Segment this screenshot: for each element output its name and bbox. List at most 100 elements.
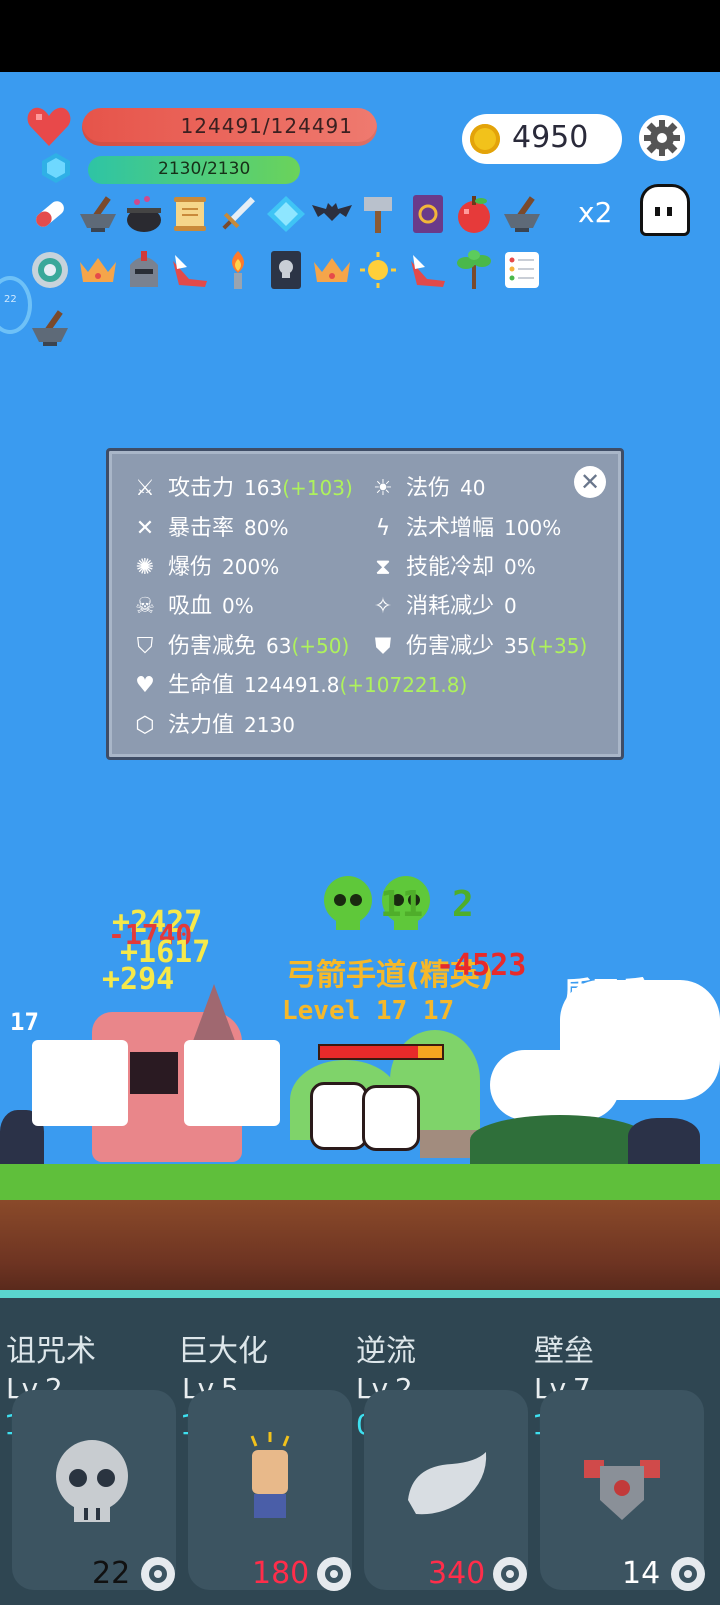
rock: [628, 1118, 700, 1164]
settings-gear-icon[interactable]: [638, 114, 686, 162]
stat-bonus: (+103): [282, 476, 353, 500]
heart-icon: [27, 107, 71, 146]
gear-icon: [317, 1557, 351, 1591]
sword-icon[interactable]: [216, 192, 260, 236]
status-bar: [0, 0, 720, 72]
stat-value: 124491.8: [244, 673, 340, 697]
stat-label: 伤害减免: [168, 634, 257, 659]
stat-bonus: (+107221.8): [339, 673, 468, 697]
enemy-archer: [362, 1085, 420, 1151]
stat-label: 生命值: [168, 673, 235, 698]
dark-bush: [470, 1115, 650, 1165]
enemy-hp-bar: [318, 1044, 444, 1060]
stat-value: 63: [266, 634, 292, 658]
wing-icon: [408, 1452, 487, 1515]
stat-bonus: (+50): [291, 634, 350, 658]
crossed-swords-icon: ✕: [135, 516, 155, 541]
stat-label: 攻击力: [168, 476, 235, 501]
scroll-icon[interactable]: [168, 192, 212, 236]
mortar-icon[interactable]: [76, 192, 120, 236]
pill-icon[interactable]: [28, 192, 72, 236]
skill-cost: 340: [428, 1556, 486, 1591]
hammer-icon[interactable]: [356, 192, 400, 236]
enemy-name-right: 盾卫兵: [564, 975, 649, 1008]
skill-name: 壁垒: [534, 1334, 594, 1369]
checklist-icon[interactable]: [500, 248, 544, 292]
winged-shoe-icon[interactable]: [168, 248, 212, 292]
skill-name: 逆流: [356, 1334, 416, 1369]
coin-icon: [470, 124, 500, 154]
torch-icon[interactable]: [216, 248, 260, 292]
hp-bar: 124491/124491: [82, 108, 377, 146]
enemy-hp-fill: [320, 1046, 418, 1058]
bat-icon[interactable]: [310, 192, 354, 236]
enemy-level-right: Lev: [562, 1008, 606, 1036]
sapling-icon[interactable]: [452, 248, 496, 292]
stat-value: 200%: [222, 555, 280, 579]
side-badge-value: 22: [4, 294, 17, 305]
damage-float: -4523: [436, 948, 527, 983]
hourglass-icon: ⧗: [375, 555, 391, 580]
mortar-icon[interactable]: [500, 192, 544, 236]
cloud: [490, 1050, 620, 1120]
heart-icon: ♥: [135, 673, 155, 698]
stat-value: 80%: [244, 516, 289, 540]
gear-icon: [141, 1557, 175, 1591]
hp-text: 124491/124491: [180, 114, 353, 138]
stat-damage-reduce: ⛊ 伤害减少 35(+35): [368, 628, 588, 660]
shield-icon: ⛉: [136, 634, 154, 659]
stat-label: 消耗减少: [406, 594, 495, 619]
crown-icon[interactable]: [76, 248, 120, 292]
magic-wand-icon: ✧: [373, 594, 393, 619]
stat-label: 吸血: [168, 594, 213, 619]
dirt-ground: [0, 1200, 720, 1290]
skull-icon: [56, 1440, 128, 1522]
spellbook-icon[interactable]: [406, 192, 450, 236]
ring-icon[interactable]: [28, 248, 72, 292]
stat-label: 技能冷却: [406, 555, 495, 580]
stat-crit-rate: ✕ 暴击率 80%: [130, 510, 289, 542]
stat-cooldown: ⧗ 技能冷却 0%: [368, 549, 535, 581]
ghost-icon[interactable]: [640, 184, 690, 236]
winged-shoe-icon[interactable]: [406, 248, 450, 292]
shield-heart-icon: ⛊: [374, 634, 392, 659]
helmet-icon[interactable]: [122, 248, 166, 292]
lightning-icon: ϟ: [375, 516, 391, 541]
sun-icon[interactable]: [356, 248, 400, 292]
skill-cost: 180: [252, 1556, 310, 1591]
demon-skull-icon: ☠: [135, 594, 155, 619]
stat-spell-amp: ϟ 法术增幅 100%: [368, 510, 561, 542]
grass-ground: [0, 1164, 720, 1200]
apple-icon[interactable]: [452, 192, 496, 236]
enemy-level-left: 17: [10, 1008, 39, 1036]
stat-damage-exempt: ⛉ 伤害减免 63(+50): [130, 628, 350, 660]
mp-bar: 2130/2130: [88, 156, 300, 184]
player-wing-right: [184, 1040, 280, 1126]
sun-icon: ☀: [373, 476, 393, 501]
stat-label: 法伤: [406, 476, 451, 501]
cauldron-icon[interactable]: [122, 192, 166, 236]
stat-cost-reduce: ✧ 消耗减少 0: [368, 588, 517, 620]
diamond-icon[interactable]: [264, 192, 308, 236]
skill-name: 诅咒术: [6, 1334, 96, 1369]
skill-bar-edge: [0, 1290, 720, 1298]
close-button[interactable]: ✕: [574, 466, 606, 498]
mortar-icon[interactable]: [28, 306, 72, 350]
stat-value: 0%: [222, 594, 254, 618]
crown-icon[interactable]: [310, 248, 354, 292]
skill-name: 巨大化: [178, 1334, 268, 1369]
speed-multiplier[interactable]: x2: [578, 196, 612, 229]
gear-icon: [493, 1557, 527, 1591]
stat-value: 40: [460, 476, 486, 500]
player-wing-left: [32, 1040, 128, 1126]
mana-gem-icon: [42, 153, 70, 183]
stat-magic-damage: ☀ 法伤 40: [368, 470, 485, 502]
armor-icon: [584, 1460, 660, 1520]
stat-crit-damage: ✺ 爆伤 200%: [130, 549, 279, 581]
stat-value: 163: [244, 476, 283, 500]
skull-count-2: 2: [452, 884, 474, 925]
burst-icon: ✺: [135, 555, 155, 580]
skull-book-icon[interactable]: [264, 248, 308, 292]
stat-attack: ⚔ 攻击力 163(+103): [130, 470, 353, 502]
stat-mp: ⬡ 法力值 2130: [130, 707, 295, 739]
